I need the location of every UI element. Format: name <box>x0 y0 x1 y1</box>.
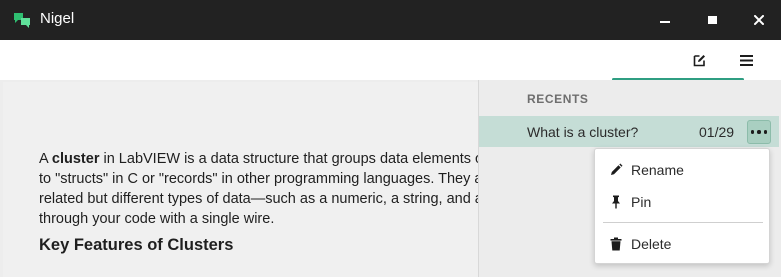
maximize-button[interactable] <box>689 0 735 40</box>
paragraph-line: through your code with a single wire. <box>39 211 275 227</box>
recent-item-date: 01/29 <box>699 124 735 140</box>
trash-icon <box>610 237 622 251</box>
paragraph-line: related but different types of data—such… <box>39 191 478 207</box>
chat-content: A cluster in LabVIEW is a data structure… <box>3 82 478 277</box>
pin-icon <box>612 195 620 209</box>
pin-menu-item[interactable]: Pin <box>595 187 769 217</box>
pencil-icon <box>611 163 623 175</box>
new-chat-button[interactable] <box>689 50 709 70</box>
close-icon <box>754 15 764 25</box>
rename-menu-item[interactable]: Rename <box>595 155 769 185</box>
delete-label: Delete <box>631 236 672 252</box>
minimize-icon <box>660 20 670 23</box>
window-title: Nigel <box>40 10 75 27</box>
more-dot <box>757 130 761 134</box>
chat-bubbles-icon <box>14 13 30 28</box>
maximize-icon <box>707 16 717 24</box>
edit-icon <box>693 54 705 66</box>
delete-menu-item[interactable]: Delete <box>595 229 769 259</box>
rename-label: Rename <box>631 162 684 178</box>
more-dot <box>763 130 768 134</box>
paragraph-line: A cluster in LabVIEW is a data structure… <box>39 151 478 167</box>
more-dot <box>750 130 755 134</box>
close-button[interactable] <box>736 0 781 40</box>
minimize-button[interactable] <box>642 0 688 40</box>
more-options-button[interactable] <box>747 120 771 144</box>
answer-paragraph: A cluster in LabVIEW is a data structure… <box>39 149 478 229</box>
title-bar: Nigel <box>0 0 781 40</box>
menu-divider <box>603 222 763 223</box>
pin-label: Pin <box>631 194 652 210</box>
context-menu: Rename Pin Delete <box>594 148 770 264</box>
hamburger-icon <box>739 54 753 66</box>
paragraph-line: to "structs" in C or "records" in other … <box>39 171 478 187</box>
toolbar <box>0 40 781 80</box>
menu-button[interactable] <box>736 50 756 70</box>
recent-item-title: What is a cluster? <box>527 124 639 140</box>
keyword-cluster: cluster <box>51 151 100 167</box>
recents-label: RECENTS <box>527 92 589 106</box>
section-heading: Key Features of Clusters <box>39 236 234 254</box>
recent-item-what-is-a-cluster[interactable]: What is a cluster? 01/29 <box>479 116 779 147</box>
